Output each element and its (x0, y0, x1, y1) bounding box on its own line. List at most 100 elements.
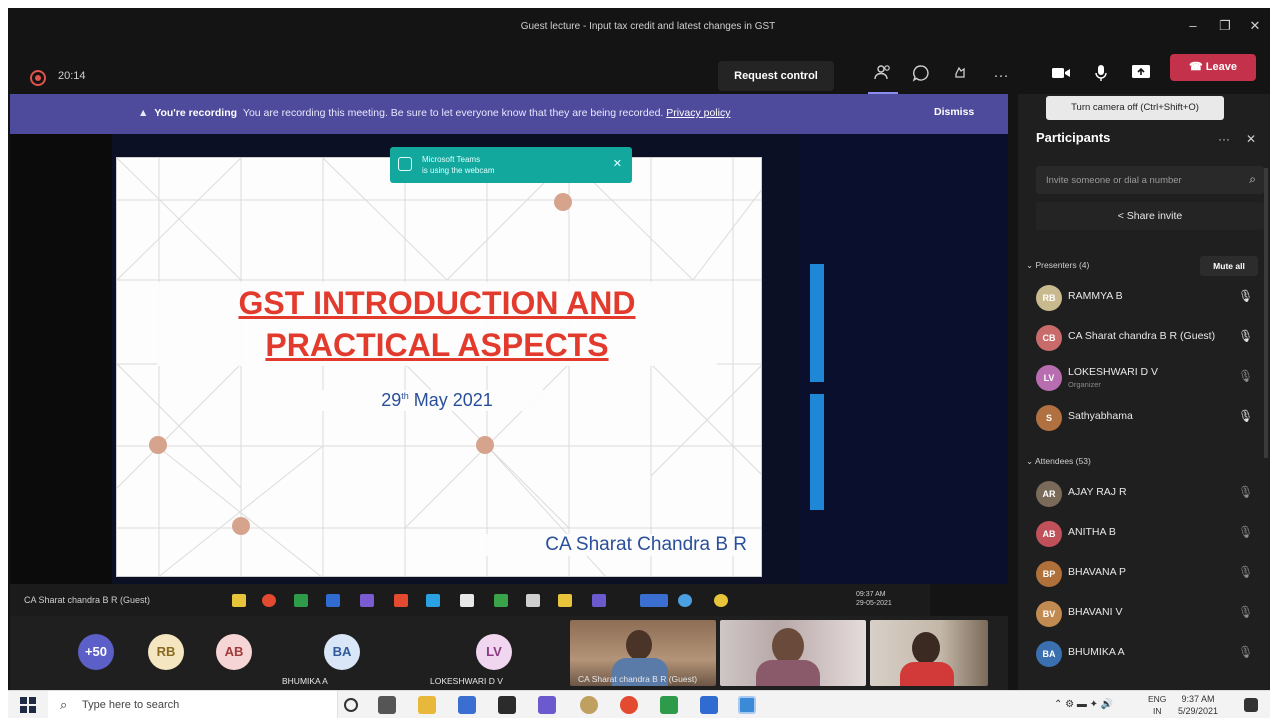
file-explorer-icon[interactable] (418, 696, 436, 714)
cortana-icon[interactable] (344, 698, 358, 712)
meeting-toolbar: 20:14 Request control ··· (8, 48, 1270, 94)
share-screen-icon[interactable] (1128, 64, 1154, 88)
shopping-icon[interactable] (498, 696, 516, 714)
slide-author: CA Sharat Chandra B R (457, 534, 747, 556)
participant-row[interactable]: CB CA Sharat chandra B R (Guest) 🎙︎ (1018, 318, 1270, 358)
chevron-down-icon: ⌄ (1026, 456, 1036, 466)
presenters-section[interactable]: ⌄ Presenters (4) (1026, 260, 1089, 271)
participant-name: BHAVANA P (1068, 566, 1126, 578)
stage-left-area (10, 134, 112, 584)
outlook-taskbar-icon[interactable] (700, 696, 718, 714)
share-notice-line2: is using the webcam (422, 166, 495, 175)
participant-avatar: AR (1036, 481, 1062, 507)
gallery-avatar-ba[interactable]: BA (324, 634, 360, 670)
chrome-taskbar-icon[interactable] (620, 696, 638, 714)
microphone-icon[interactable] (1088, 64, 1114, 88)
participant-avatar: LV (1036, 365, 1062, 391)
task-view-icon[interactable] (378, 696, 396, 714)
participant-name: CA Sharat chandra B R (Guest) (1068, 330, 1216, 342)
search-icon[interactable]: ⌕ (1249, 172, 1256, 187)
panel-scrollbar[interactable] (1264, 168, 1268, 458)
shared-clock-time: 09:37 AM (856, 591, 886, 598)
reactions-icon[interactable] (948, 64, 974, 88)
participant-avatar: BA (1036, 641, 1062, 667)
chrome-icon (262, 594, 276, 607)
taskbar-search-box[interactable]: ⌕ Type here to search (48, 691, 338, 718)
teams-window: Guest lecture - Input tax credit and lat… (8, 8, 1270, 690)
participant-row[interactable]: BV BHAVANI V 🎙︎ (1018, 594, 1270, 634)
recording-message: ▲ You're recording You are recording thi… (138, 107, 730, 119)
participant-row[interactable]: S Sathyabhama 🎙︎ (1018, 398, 1270, 438)
meeting-timer: 20:14 (58, 70, 86, 82)
participant-avatar: BV (1036, 601, 1062, 627)
windows-start-icon[interactable] (20, 697, 36, 713)
participant-row[interactable]: RB RAMMYA B 🎙︎ (1018, 278, 1270, 318)
close-window-button[interactable]: ✕ (1242, 18, 1268, 34)
window-title: Guest lecture - Input tax credit and lat… (520, 21, 776, 32)
attendees-section[interactable]: ⌄ Attendees (53) (1026, 456, 1091, 467)
gallery-avatar-lv[interactable]: LV (476, 634, 512, 670)
people-icon[interactable] (870, 64, 896, 88)
participant-name: BHAVANI V (1068, 606, 1123, 618)
close-icon[interactable]: ✕ (613, 157, 622, 170)
participant-name: RAMMYA B (1068, 290, 1123, 302)
language-indicator[interactable]: ENG IN (1148, 693, 1166, 717)
shared-clock: 09:37 AM 29-05-2021 (856, 590, 892, 608)
invite-input[interactable]: Invite someone or dial a number ⌕ (1036, 166, 1264, 194)
panel-close-button[interactable]: ✕ (1246, 132, 1256, 146)
overflow-count-badge[interactable]: +50 (78, 634, 114, 670)
shared-screen-stage: GST INTRODUCTION AND PRACTICAL ASPECTS 2… (10, 134, 1008, 584)
participant-name: ANITHA B (1068, 526, 1116, 538)
more-actions-button[interactable]: ··· (988, 64, 1014, 88)
video-tile-presenter[interactable]: CA Sharat chandra B R (Guest) (570, 620, 716, 686)
slide-title: GST INTRODUCTION AND PRACTICAL ASPECTS (157, 282, 717, 366)
participant-row[interactable]: BP BHAVANA P 🎙︎ (1018, 554, 1270, 594)
weather-icon (714, 594, 728, 607)
participant-row[interactable]: AB ANITHA B 🎙︎ (1018, 514, 1270, 554)
active-taskbar-icon[interactable] (738, 696, 756, 714)
excel-taskbar-icon[interactable] (660, 696, 678, 714)
gallery-avatar-rb[interactable]: RB (148, 634, 184, 670)
participant-row[interactable]: BA BHUMIKA A 🎙︎ (1018, 634, 1270, 674)
participant-row[interactable]: AR AJAY RAJ R 🎙︎ (1018, 474, 1270, 514)
participant-row[interactable]: LV LOKESHWARI D V Organizer 🎙︎ (1018, 358, 1270, 398)
share-icon: < (1117, 210, 1127, 222)
panel-more-button[interactable]: ··· (1218, 132, 1230, 146)
sticky-notes-icon (558, 594, 572, 607)
video-tile-2[interactable] (720, 620, 866, 686)
system-tray-icons[interactable]: ⌃ ⚙ ▬ ✦ 🔊 (1054, 699, 1113, 710)
mute-all-button[interactable]: Mute all (1200, 256, 1258, 276)
stage-right-area (800, 134, 1008, 584)
camera-icon[interactable] (1048, 64, 1074, 88)
person-shirt (756, 660, 820, 686)
participant-avatar: CB (1036, 325, 1062, 351)
photos-icon[interactable] (580, 696, 598, 714)
microphone-muted-icon: 🎙︎ (1238, 485, 1254, 499)
notifications-icon[interactable] (1244, 698, 1258, 712)
privacy-policy-link[interactable]: Privacy policy (666, 107, 730, 119)
leave-button[interactable]: ☎ Leave (1170, 54, 1256, 81)
maps-icon (494, 594, 508, 607)
microphone-muted-icon: 🎙︎ (1238, 565, 1254, 579)
chat-icon[interactable] (908, 64, 934, 88)
participants-title: Participants (1036, 130, 1111, 145)
microphone-icon: 🎙︎ (1238, 409, 1254, 423)
shared-screen-taskbar: CA Sharat chandra B R (Guest) 09:37 AM 2… (10, 584, 930, 616)
teams-taskbar-icon[interactable] (538, 696, 556, 714)
minimize-button[interactable]: – (1180, 18, 1206, 33)
request-control-button[interactable]: Request control (718, 61, 834, 91)
maximize-button[interactable]: ❐ (1212, 18, 1238, 34)
store-icon[interactable] (458, 696, 476, 714)
dismiss-button[interactable]: Dismiss (934, 106, 974, 118)
notepad-icon (460, 594, 474, 607)
share-invite-button[interactable]: < Share invite (1036, 202, 1264, 230)
participant-avatar: BP (1036, 561, 1062, 587)
person-silhouette (626, 630, 652, 660)
video-tile-3[interactable] (870, 620, 988, 686)
share-invite-label: Share invite (1126, 210, 1183, 222)
taskbar-clock[interactable]: 9:37 AM 5/29/2021 (1178, 693, 1218, 717)
gallery-avatar-ab[interactable]: AB (216, 634, 252, 670)
participant-name: AJAY RAJ R (1068, 486, 1127, 498)
recording-text: You are recording this meeting. Be sure … (242, 107, 664, 119)
participant-name: Sathyabhama (1068, 410, 1133, 422)
